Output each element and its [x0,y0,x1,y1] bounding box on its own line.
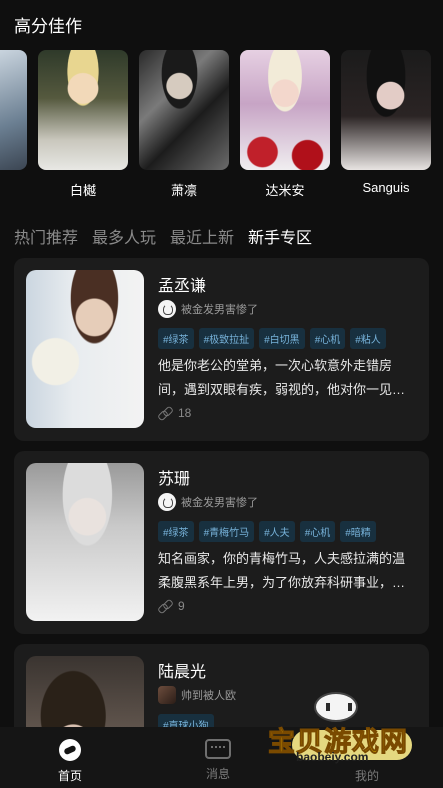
featured-character-card[interactable]: 达米安 [240,50,330,199]
tab-most-played[interactable]: 最多人玩 [92,224,156,248]
tag: #极致拉扯 [198,328,255,349]
watermark-url: baobeiy.com [296,750,369,764]
tag: #绿茶 [158,521,194,542]
tag: #暗精 [340,521,376,542]
author-avatar [158,686,176,704]
nav-messages-label: 消息 [205,767,230,781]
tag: #粘人 [350,328,386,349]
tag: #白切黑 [259,328,305,349]
card-author: 被金发男害惨了 [158,493,258,511]
watermark: 宝贝游戏网 baobeiy.com [262,690,422,780]
character-name: 白樾 [69,183,96,198]
tag: #绿茶 [158,328,194,349]
character-card[interactable]: 孟丞谦 被金发男害惨了 #绿茶 #极致拉扯 #白切黑 #心机 #粘人 他是你老公… [14,258,429,441]
nav-messages[interactable]: 消息 [205,739,231,782]
category-tabs: 热门推荐 最多人玩 最近上新 新手专区 [14,224,312,248]
character-portrait [240,50,330,170]
link-icon [158,406,172,420]
link-icon [158,599,172,613]
featured-partial-card[interactable] [0,50,27,170]
card-tags: #绿茶 #青梅竹马 #人夫 #心机 #暗精 [158,521,376,542]
tab-hot[interactable]: 热门推荐 [14,224,78,248]
tag: #人夫 [259,521,295,542]
message-icon [205,739,231,759]
character-name: 达米安 [265,183,305,198]
featured-character-card[interactable]: 白樾 [38,50,128,199]
card-title: 孟丞谦 [158,278,207,295]
character-name: 萧凛 [170,183,197,198]
card-title: 陆晨光 [158,664,207,681]
tab-beginner[interactable]: 新手专区 [248,224,312,248]
home-icon [59,739,81,761]
featured-carousel[interactable]: 白樾 萧凛 达米安 Sanguis [0,50,443,200]
card-tags: #绿茶 #极致拉扯 #白切黑 #心机 #粘人 [158,328,386,349]
tag: #心机 [309,328,346,349]
character-portrait [341,50,431,170]
count-value: 18 [178,406,192,420]
tag: #青梅竹马 [198,521,255,542]
character-portrait [38,50,128,170]
card-description: 他是你老公的堂弟，一次心软意外走错房间，遇到双眼有疾，弱视的，他对你一见… [158,358,406,397]
card-play-count: 9 [158,599,185,613]
nav-home[interactable]: 首页 [58,739,82,784]
gamepad-mascot-icon [314,692,358,722]
author-name: 帅到被人欧 [181,690,236,702]
card-author: 被金发男害惨了 [158,300,258,318]
card-cover-image [26,463,144,621]
card-author: 帅到被人欧 [158,686,236,704]
character-portrait [139,50,229,170]
card-title: 苏珊 [158,471,191,488]
card-play-count: 18 [158,406,191,420]
card-description: 知名画家，你的青梅竹马，人夫感拉满的温柔腹黑系年上男，为了你放弃科研事业，… [158,551,406,590]
tab-newest[interactable]: 最近上新 [170,224,234,248]
section-title: 高分佳作 [14,17,82,36]
count-value: 9 [178,599,185,613]
author-avatar [158,493,176,511]
author-avatar [158,300,176,318]
character-name: Sanguis [362,180,410,195]
author-name: 被金发男害惨了 [181,304,258,316]
character-card[interactable]: 苏珊 被金发男害惨了 #绿茶 #青梅竹马 #人夫 #心机 #暗精 知名画家，你的… [14,451,429,634]
card-cover-image [26,270,144,428]
author-name: 被金发男害惨了 [181,497,258,509]
featured-character-card[interactable]: 萧凛 [139,50,229,199]
featured-character-card[interactable]: Sanguis [341,50,431,195]
nav-home-label: 首页 [58,769,83,783]
tag: #心机 [299,521,336,542]
